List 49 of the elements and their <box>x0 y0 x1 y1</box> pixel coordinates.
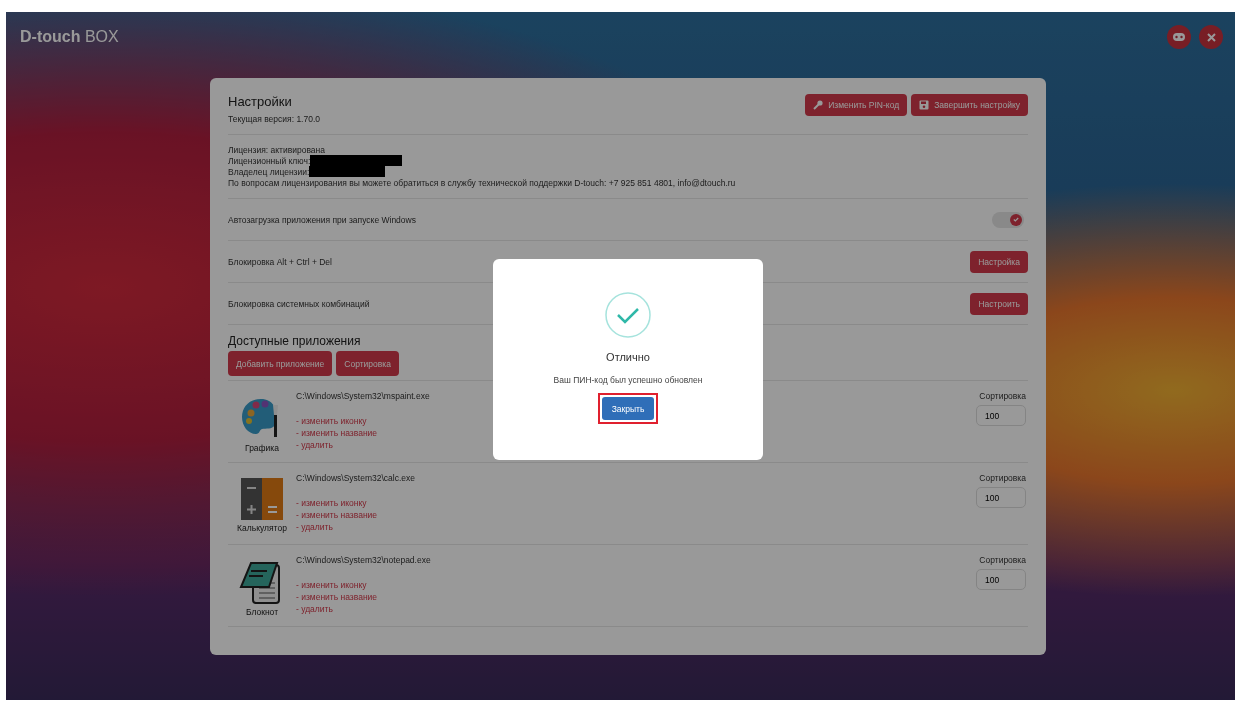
sort-input[interactable]: 100 <box>976 487 1026 508</box>
app-path: C:\Windows\System32\mspaint.exe <box>296 391 431 401</box>
sort-button[interactable]: Сортировка <box>336 351 399 376</box>
app-action-link[interactable]: - изменить иконку <box>296 497 976 509</box>
app-action-link[interactable]: - изменить иконку <box>296 579 976 591</box>
gamepad-icon <box>1173 33 1185 41</box>
sort-input[interactable]: 100 <box>976 405 1026 426</box>
calculator-icon <box>240 477 284 521</box>
app-name: Графика <box>245 443 279 453</box>
app-name: Калькулятор <box>237 523 287 533</box>
app-name: Блокнот <box>245 607 279 617</box>
checkmark-icon <box>605 292 651 338</box>
license-text: Лицензия: активирована <box>228 144 325 155</box>
app-action-link[interactable]: - изменить название <box>296 427 976 439</box>
close-button[interactable] <box>1199 25 1223 49</box>
app-path: C:\Windows\System32\notepad.exe <box>296 555 432 565</box>
close-icon <box>1206 32 1216 42</box>
sort-input[interactable]: 100 <box>976 569 1026 590</box>
dialog-message: Ваш ПИН-код был успешно обновлен <box>553 375 703 385</box>
sort-label: Сортировка <box>979 555 1026 565</box>
option-label: Блокировка системных комбинаций <box>228 298 370 309</box>
apps-title: Доступные приложения <box>228 334 362 348</box>
add-app-button[interactable]: Добавить приложение <box>228 351 333 376</box>
option-label: Блокировка Alt + Ctrl + Del <box>228 256 332 267</box>
key-icon <box>813 100 824 110</box>
setup-button[interactable]: Настроить <box>970 292 1028 315</box>
finish-setup-button[interactable]: Завершить настройку <box>911 94 1028 116</box>
app-logo: D-touch BOX <box>20 28 119 46</box>
option-label: Автозагрузка приложения при запуске Windows <box>228 214 416 225</box>
toggle-switch[interactable] <box>992 211 1024 228</box>
setup-button[interactable]: Настройка <box>970 250 1028 273</box>
close-dialog-button[interactable]: Закрыть <box>601 397 655 420</box>
app-action-link[interactable]: - изменить название <box>296 591 976 603</box>
license-text: По вопросам лицензирования вы можете обратиться в службу технической поддержки D-touch: +7 925 851 4801, info@dtouch.ru <box>228 177 736 188</box>
app-action-link[interactable]: - удалить <box>296 603 976 615</box>
app-action-link[interactable]: - удалить <box>296 439 976 451</box>
app-path: C:\Windows\System32\calc.exe <box>296 473 417 483</box>
app-action-link[interactable]: - изменить название <box>296 509 976 521</box>
sort-label: Сортировка <box>979 473 1026 483</box>
settings-title: Настройки <box>228 94 293 109</box>
change-pin-button[interactable]: Изменить PIN-код <box>805 94 908 116</box>
check-icon <box>1013 217 1019 222</box>
app-action-link[interactable]: - удалить <box>296 521 976 533</box>
version-text: Текущая версия: 1.70.0 <box>228 114 321 124</box>
sort-label: Сортировка <box>979 391 1026 401</box>
license-text: Лицензионный ключ: <box>228 155 311 166</box>
dialog-title: Отлично <box>606 351 650 363</box>
license-text: Владелец лицензии: <box>228 166 310 177</box>
gamepad-button[interactable] <box>1167 25 1191 49</box>
